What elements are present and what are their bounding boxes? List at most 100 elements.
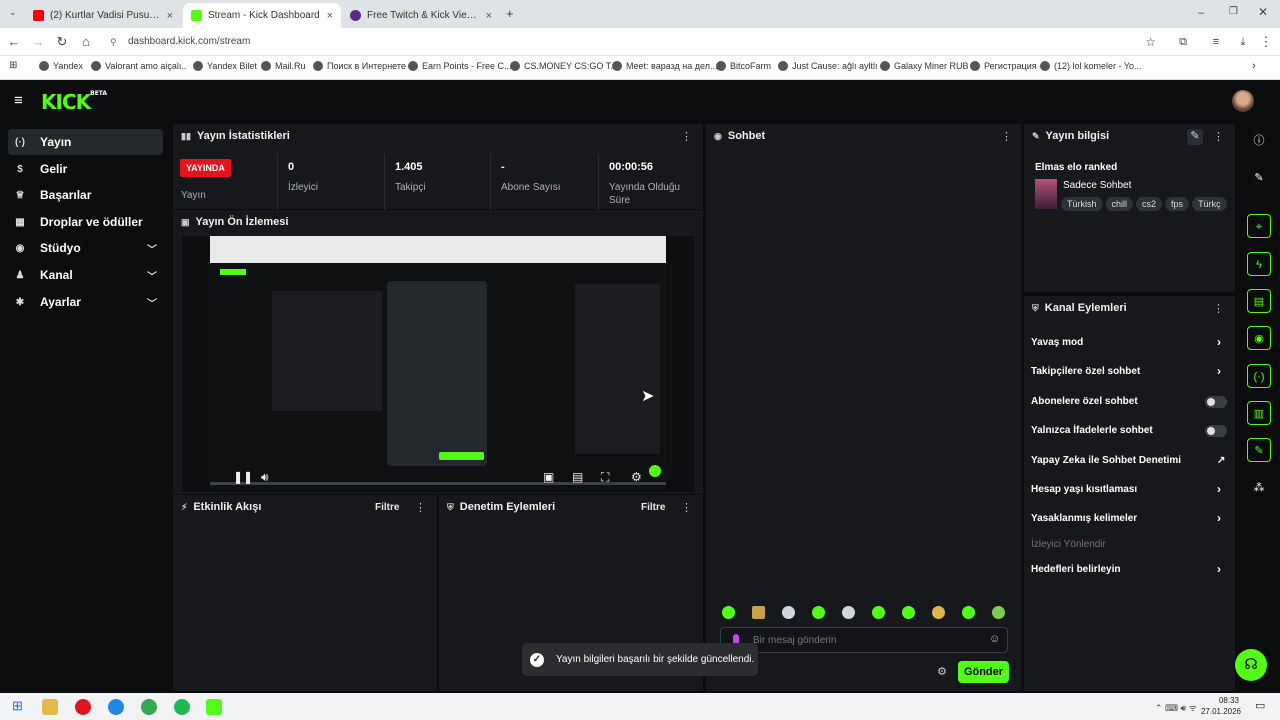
action-set-goals[interactable]: Hedefleri belirleyin › — [1031, 562, 1231, 576]
playlist-icon[interactable]: ≡ — [1208, 34, 1224, 50]
action-ai-moderation[interactable]: Yapay Zeka ile Sohbet Denetimi ↗ — [1031, 455, 1231, 466]
more-options-icon[interactable]: ⋮ — [1001, 130, 1012, 143]
emote-icon[interactable] — [812, 606, 825, 619]
bookmark-item[interactable]: Earn Points - Free C... — [408, 61, 512, 71]
url-field[interactable]: ⚲ dashboard.kick.com/stream ☆ — [104, 31, 1164, 53]
forward-icon[interactable]: → — [30, 34, 46, 50]
bookmark-item[interactable]: Valorant amo aiçalı.. — [91, 61, 186, 71]
emoji-icon[interactable]: ☺ — [989, 633, 1000, 645]
close-window-icon[interactable]: ✕ — [1258, 5, 1268, 19]
browser-tab-viewers[interactable]: Free Twitch & Kick Viewers - Tr.. × — [342, 3, 500, 28]
bookmark-item[interactable]: BitcoFarm — [716, 61, 771, 71]
close-tab-icon[interactable]: × — [327, 10, 333, 22]
emote-icon[interactable] — [842, 606, 855, 619]
emote-icon[interactable] — [992, 606, 1005, 619]
focus-icon[interactable]: ⌖ — [1247, 214, 1271, 238]
more-options-icon[interactable]: ⋮ — [1213, 130, 1224, 143]
reload-icon[interactable]: ↻ — [54, 34, 70, 50]
more-options-icon[interactable]: ⋮ — [681, 501, 692, 514]
support-headset-icon[interactable]: ☊ — [1235, 649, 1267, 681]
layout-icon[interactable]: ▥ — [1247, 401, 1271, 425]
action-followers-only[interactable]: Takipçilere özel sohbet › — [1031, 364, 1231, 378]
emote-icon[interactable] — [962, 606, 975, 619]
tab-list-chevron-icon[interactable]: ⌄ — [9, 7, 17, 18]
emotes-only-toggle[interactable] — [1205, 425, 1227, 437]
lightning-icon[interactable]: ϟ — [1247, 252, 1271, 276]
kick-app-icon[interactable] — [206, 699, 222, 715]
bookmark-item[interactable]: Just Cause: ağlı ayltlı — [778, 61, 878, 71]
bookmark-item[interactable]: Yandex — [39, 61, 83, 71]
emote-icon[interactable] — [872, 606, 885, 619]
chrome-icon[interactable] — [141, 699, 157, 715]
notifications-icon[interactable]: ▭ — [1255, 699, 1265, 712]
extensions-icon[interactable]: ⧉ — [1175, 34, 1191, 50]
download-icon[interactable]: ⤓ — [1235, 34, 1251, 50]
browser-menu-icon[interactable]: ⋮ — [1258, 34, 1274, 50]
action-account-age[interactable]: Hesap yaşı kısıtlaması › — [1031, 482, 1231, 496]
add-widget-icon[interactable]: ⁂ — [1247, 476, 1271, 500]
pause-icon[interactable]: ❚❚ — [233, 470, 253, 484]
sidebar-item-studyo[interactable]: ◉ Stüdyo ﹀ — [8, 235, 163, 261]
home-icon[interactable]: ⌂ — [78, 34, 94, 50]
filter-button[interactable]: Filtre — [375, 502, 399, 513]
more-bookmarks-icon[interactable]: › — [1252, 60, 1256, 72]
opera-icon[interactable] — [75, 699, 91, 715]
send-button[interactable]: Gönder — [958, 661, 1009, 683]
chat-settings-icon[interactable]: ⚙ — [937, 665, 947, 678]
bookmark-item[interactable]: (12) lol komeler - Yo... — [1040, 61, 1142, 71]
sidebar-item-basarilar[interactable]: ♕ Başarılar — [8, 182, 163, 208]
info-icon[interactable]: ⓘ — [1247, 129, 1271, 153]
edit-icon[interactable]: ✎ — [1187, 129, 1203, 145]
emote-icon[interactable] — [932, 606, 945, 619]
bookmark-item[interactable]: Yandex Bilet — [193, 61, 257, 71]
theater-mode-icon[interactable]: ▤ — [572, 470, 583, 484]
volume-icon[interactable]: 🔊︎ — [261, 470, 269, 485]
kick-logo[interactable]: KICKBETA — [41, 90, 107, 114]
back-icon[interactable]: ← — [6, 34, 22, 50]
sidebar-item-yayin[interactable]: (·) Yayın — [8, 129, 163, 155]
bookmark-item[interactable]: Meet: варазд на дел... — [612, 61, 717, 71]
player-settings-icon[interactable]: ⚙ — [631, 470, 642, 484]
chat-bubble-icon[interactable]: ◉ — [1247, 326, 1271, 350]
more-options-icon[interactable]: ⋮ — [681, 130, 692, 143]
sidebar-item-droplar[interactable]: ▦ Droplar ve ödüller — [8, 209, 163, 235]
filter-button[interactable]: Filtre — [641, 502, 665, 513]
clipboard-icon[interactable]: ▤ — [1247, 289, 1271, 313]
bookmark-item[interactable]: Поиск в Интернете — [313, 61, 406, 71]
close-tab-icon[interactable]: × — [167, 10, 173, 22]
broadcast-icon[interactable]: (·) — [1247, 364, 1271, 388]
file-explorer-icon[interactable] — [42, 699, 58, 715]
sidebar-item-kanal[interactable]: ♟ Kanal ﹀ — [8, 262, 163, 288]
wrench-icon[interactable]: ✎ — [1247, 438, 1271, 462]
bookmark-item[interactable]: Galaxy Miner RUB — [880, 61, 969, 71]
pencil-icon[interactable]: ✎ — [1247, 166, 1271, 190]
action-slow-mode[interactable]: Yavaş mod › — [1031, 335, 1231, 349]
emote-icon[interactable] — [902, 606, 915, 619]
edge-icon[interactable] — [108, 699, 124, 715]
sidebar-item-gelir[interactable]: $ Gelir — [8, 156, 163, 182]
chat-message-input[interactable]: Bir mesaj gönderin ☺ — [720, 627, 1008, 653]
tray-icons[interactable]: ⌃ ⌨ 🔊︎ ᯤ — [1155, 701, 1197, 714]
fullscreen-icon[interactable]: ⛶ — [601, 470, 609, 485]
restore-icon[interactable]: ❐ — [1229, 6, 1238, 17]
emote-icon[interactable] — [752, 606, 765, 619]
new-tab-icon[interactable]: + — [506, 6, 514, 21]
spotify-icon[interactable] — [174, 699, 190, 715]
sidebar-item-ayarlar[interactable]: ✱ Ayarlar ﹀ — [8, 289, 163, 315]
pip-icon[interactable]: ▣ — [543, 470, 554, 484]
bookmark-item[interactable]: Регистрация — [970, 61, 1037, 71]
bookmark-item[interactable]: Mail.Ru — [261, 61, 306, 71]
more-options-icon[interactable]: ⋮ — [415, 501, 426, 514]
apps-grid-icon[interactable]: ⊞ — [9, 60, 17, 71]
more-options-icon[interactable]: ⋮ — [1213, 302, 1224, 315]
bookmark-star-icon[interactable]: ☆ — [1145, 31, 1156, 53]
bookmark-item[interactable]: CS.MONEY CS:GO T... — [510, 61, 618, 71]
minimize-icon[interactable]: – — [1198, 7, 1204, 19]
browser-tab-kick[interactable]: Stream - Kick Dashboard × — [183, 3, 341, 28]
windows-start-icon[interactable]: ⊞ — [12, 698, 23, 714]
browser-tab-youtube[interactable]: (2) Kurtlar Vadisi Pusu | Can.. × — [25, 3, 181, 28]
site-info-icon[interactable]: ⚲ — [110, 31, 117, 53]
emote-icon[interactable] — [782, 606, 795, 619]
user-avatar[interactable] — [1232, 90, 1254, 112]
action-banned-words[interactable]: Yasaklanmış kelimeler › — [1031, 511, 1231, 525]
